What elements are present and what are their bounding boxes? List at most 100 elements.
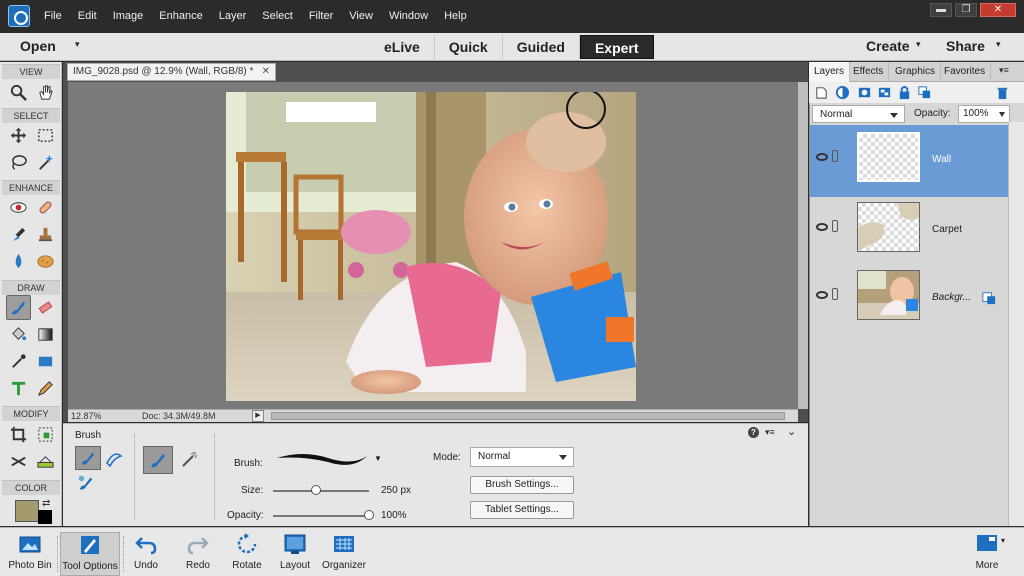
new-layer-icon[interactable] xyxy=(814,85,829,100)
layer-row-carpet[interactable]: Carpet xyxy=(810,195,1008,267)
link-chain-icon[interactable] xyxy=(832,220,838,232)
pencil-tool-icon[interactable] xyxy=(33,376,58,401)
size-slider[interactable] xyxy=(273,490,369,492)
status-menu-arrow-icon[interactable]: ▶ xyxy=(252,410,264,422)
share-button[interactable]: Share xyxy=(946,38,985,54)
impressionist-brush-icon[interactable] xyxy=(104,448,124,471)
brush-variant-icon[interactable] xyxy=(75,446,101,470)
visibility-eye-icon[interactable] xyxy=(816,153,828,161)
opacity-slider[interactable] xyxy=(273,515,369,517)
close-document-icon[interactable]: ✕ xyxy=(262,64,270,80)
menu-filter[interactable]: Filter xyxy=(309,10,333,22)
tab-guided[interactable]: Guided xyxy=(503,35,580,59)
blur-tool-icon[interactable] xyxy=(6,249,31,274)
menu-window[interactable]: Window xyxy=(389,10,428,22)
adjustment-layer-icon[interactable] xyxy=(835,85,850,100)
foreground-color-swatch[interactable] xyxy=(15,500,39,522)
lock-all-icon[interactable] xyxy=(897,85,912,100)
airbrush-mode-icon[interactable] xyxy=(179,450,199,473)
magic-wand-tool-icon[interactable] xyxy=(33,150,58,175)
tab-graphics[interactable]: Graphics xyxy=(890,62,942,82)
recompose-tool-icon[interactable] xyxy=(33,422,58,447)
eyedropper-tool-icon[interactable] xyxy=(6,349,31,374)
layer-row-wall[interactable]: Wall xyxy=(810,125,1008,197)
blend-mode-select[interactable]: Normal xyxy=(812,105,905,123)
straighten-tool-icon[interactable] xyxy=(33,449,58,474)
tab-effects[interactable]: Effects xyxy=(848,62,890,82)
panel-scrollbar[interactable] xyxy=(1008,122,1024,526)
menu-select[interactable]: Select xyxy=(262,10,293,22)
link-chain-icon[interactable] xyxy=(832,288,838,300)
brush-mode-icon[interactable] xyxy=(143,446,173,474)
mode-select[interactable]: Normal xyxy=(470,447,574,467)
open-dropdown-icon[interactable]: ▾ xyxy=(75,39,80,50)
redo-button[interactable]: Redo xyxy=(180,532,216,576)
brush-preset-picker[interactable] xyxy=(273,446,373,473)
close-button[interactable]: ✕ xyxy=(980,3,1016,17)
red-eye-tool-icon[interactable] xyxy=(6,195,31,220)
document-tab[interactable]: IMG_9028.psd @ 12.9% (Wall, RGB/8) * ✕ xyxy=(67,63,276,81)
brush-tool-icon[interactable] xyxy=(6,295,31,320)
tab-layers[interactable]: Layers xyxy=(809,62,851,82)
maximize-button[interactable]: ❐ xyxy=(955,3,977,17)
zoom-tool-icon[interactable] xyxy=(6,80,31,105)
open-button[interactable]: Open xyxy=(20,38,56,54)
smart-brush-tool-icon[interactable] xyxy=(6,222,31,247)
paint-bucket-tool-icon[interactable] xyxy=(6,322,31,347)
visibility-eye-icon[interactable] xyxy=(816,291,828,299)
panel-menu-icon[interactable]: ▾≡ xyxy=(999,65,1009,76)
share-dropdown-icon[interactable]: ▾ xyxy=(996,39,1001,50)
document-image[interactable] xyxy=(226,92,636,401)
spot-healing-tool-icon[interactable] xyxy=(33,195,58,220)
layer-name[interactable]: Carpet xyxy=(932,224,962,235)
create-dropdown-icon[interactable]: ▾ xyxy=(916,39,921,50)
layer-mask-icon[interactable] xyxy=(857,85,872,100)
crop-tool-icon[interactable] xyxy=(6,422,31,447)
photo-bin-button[interactable]: Photo Bin xyxy=(6,532,54,576)
type-tool-icon[interactable] xyxy=(6,376,31,401)
tab-elive[interactable]: eLive xyxy=(370,35,435,59)
layout-button[interactable]: Layout xyxy=(276,532,314,576)
gradient-tool-icon[interactable] xyxy=(33,322,58,347)
link-chain-icon[interactable] xyxy=(832,150,838,162)
organizer-button[interactable]: Organizer xyxy=(320,532,368,576)
help-icon[interactable]: ? xyxy=(748,427,759,438)
menu-enhance[interactable]: Enhance xyxy=(159,10,202,22)
more-button[interactable]: More xyxy=(972,532,1002,576)
tab-favorites[interactable]: Favorites xyxy=(939,62,992,82)
menu-view[interactable]: View xyxy=(349,10,373,22)
tab-expert[interactable]: Expert xyxy=(579,35,654,59)
link-layers-icon[interactable] xyxy=(917,85,932,100)
layer-name[interactable]: Wall xyxy=(932,154,951,165)
vertical-scrollbar[interactable] xyxy=(798,82,808,409)
clone-stamp-tool-icon[interactable] xyxy=(33,222,58,247)
lock-transparent-icon[interactable] xyxy=(877,85,892,100)
shape-tool-icon[interactable] xyxy=(33,349,58,374)
horizontal-scrollbar[interactable] xyxy=(271,412,785,420)
eraser-tool-icon[interactable] xyxy=(33,295,58,320)
content-aware-move-icon[interactable] xyxy=(6,449,31,474)
create-button[interactable]: Create xyxy=(866,38,910,54)
layer-name[interactable]: Backgr... xyxy=(932,292,971,303)
opacity-slider-thumb[interactable] xyxy=(364,510,374,520)
layer-opacity-field[interactable]: 100% xyxy=(958,105,1010,123)
zoom-level[interactable]: 12.87% xyxy=(71,411,102,421)
size-slider-thumb[interactable] xyxy=(311,485,322,495)
menu-image[interactable]: Image xyxy=(113,10,144,22)
tablet-settings-button[interactable]: Tablet Settings... xyxy=(470,501,574,519)
minimize-button[interactable]: ▬ xyxy=(930,3,952,17)
rotate-button[interactable]: Rotate xyxy=(226,532,268,576)
delete-layer-icon[interactable] xyxy=(995,85,1010,100)
sponge-tool-icon[interactable] xyxy=(33,249,58,274)
more-dropdown-icon[interactable]: ▾ xyxy=(1001,536,1005,545)
tool-options-button[interactable]: Tool Options xyxy=(60,532,120,576)
layer-row-background[interactable]: Backgr... xyxy=(810,263,1008,335)
tab-quick[interactable]: Quick xyxy=(435,35,503,59)
marquee-tool-icon[interactable] xyxy=(33,123,58,148)
menu-file[interactable]: File xyxy=(44,10,62,22)
brush-settings-button[interactable]: Brush Settings... xyxy=(470,476,574,494)
visibility-eye-icon[interactable] xyxy=(816,223,828,231)
undo-button[interactable]: Undo xyxy=(128,532,164,576)
color-replacement-brush-icon[interactable] xyxy=(77,474,95,495)
menu-edit[interactable]: Edit xyxy=(78,10,97,22)
